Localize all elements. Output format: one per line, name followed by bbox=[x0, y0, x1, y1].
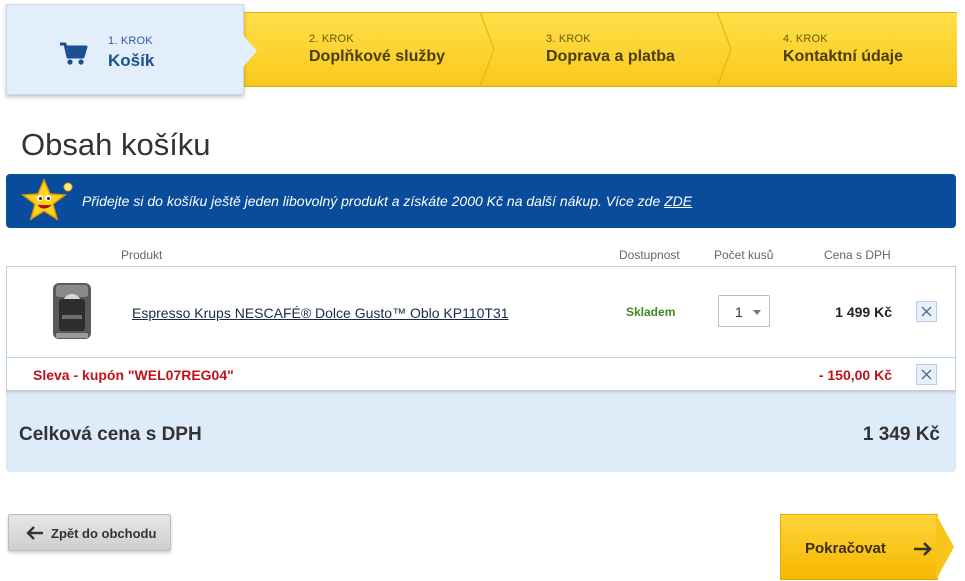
product-image[interactable] bbox=[48, 281, 96, 343]
step-separator bbox=[717, 12, 732, 87]
step-number: 4. KROK bbox=[783, 33, 828, 45]
quantity-select[interactable]: 1 bbox=[718, 295, 770, 327]
step-contact[interactable]: 4. KROK Kontaktní údaje bbox=[719, 12, 957, 87]
row-divider bbox=[6, 357, 956, 358]
star-mascot-icon bbox=[20, 178, 73, 221]
item-price: 1 499 Kč bbox=[835, 304, 892, 320]
stock-status: Skladem bbox=[626, 305, 676, 319]
checkout-steps: 1. KROK Košík 2. KROK Doplňkové služby 3… bbox=[6, 4, 957, 95]
page-title: Obsah košíku bbox=[21, 127, 211, 162]
column-header-quantity: Počet kusů bbox=[714, 248, 774, 262]
step-services[interactable]: 2. KROK Doplňkové služby bbox=[246, 12, 480, 87]
step-title: Doprava a platba bbox=[546, 48, 675, 65]
continue-button-label: Pokračovat bbox=[805, 540, 886, 557]
arrow-left-icon bbox=[26, 526, 43, 540]
promo-text: Přidejte si do košíku ještě jeden libovo… bbox=[82, 193, 693, 209]
total-label: Celková cena s DPH bbox=[19, 424, 202, 445]
discount-label: Sleva - kupón "WEL07REG04" bbox=[33, 367, 234, 383]
step-separator bbox=[480, 12, 495, 87]
step-title: Doplňkové služby bbox=[309, 48, 446, 65]
step-shipping-payment[interactable]: 3. KROK Doprava a platba bbox=[482, 12, 717, 87]
close-icon bbox=[921, 369, 932, 380]
back-to-shop-button[interactable]: Zpět do obchodu bbox=[8, 514, 171, 551]
step-title: Košík bbox=[108, 51, 155, 70]
step-title: Kontaktní údaje bbox=[783, 48, 904, 65]
shopping-cart-icon bbox=[60, 42, 88, 65]
back-button-label: Zpět do obchodu bbox=[51, 526, 157, 541]
step-number: 2. KROK bbox=[309, 33, 354, 45]
discount-value: - 150,00 Kč bbox=[818, 367, 892, 383]
continue-button-tip[interactable] bbox=[936, 514, 954, 580]
remove-coupon-button[interactable] bbox=[916, 364, 937, 385]
total-value: 1 349 Kč bbox=[862, 424, 940, 445]
column-header-price: Cena s DPH bbox=[824, 248, 891, 262]
chevron-down-icon bbox=[753, 310, 761, 315]
step-number: 1. KROK bbox=[108, 35, 153, 47]
step-cart[interactable]: 1. KROK Košík bbox=[6, 4, 257, 95]
promo-link[interactable]: ZDE bbox=[664, 193, 692, 209]
arrow-right-icon bbox=[914, 542, 932, 556]
quantity-value: 1 bbox=[735, 304, 743, 320]
column-header-availability: Dostupnost bbox=[619, 248, 680, 262]
continue-button[interactable]: Pokračovat bbox=[780, 514, 938, 580]
close-icon bbox=[921, 306, 932, 317]
promo-banner: Přidejte si do košíku ještě jeden libovo… bbox=[6, 174, 956, 228]
step-number: 3. KROK bbox=[546, 33, 591, 45]
column-header-product: Produkt bbox=[121, 248, 163, 262]
remove-item-button[interactable] bbox=[916, 301, 937, 322]
product-link[interactable]: Espresso Krups NESCAFÉ® Dolce Gusto™ Obl… bbox=[132, 305, 509, 321]
